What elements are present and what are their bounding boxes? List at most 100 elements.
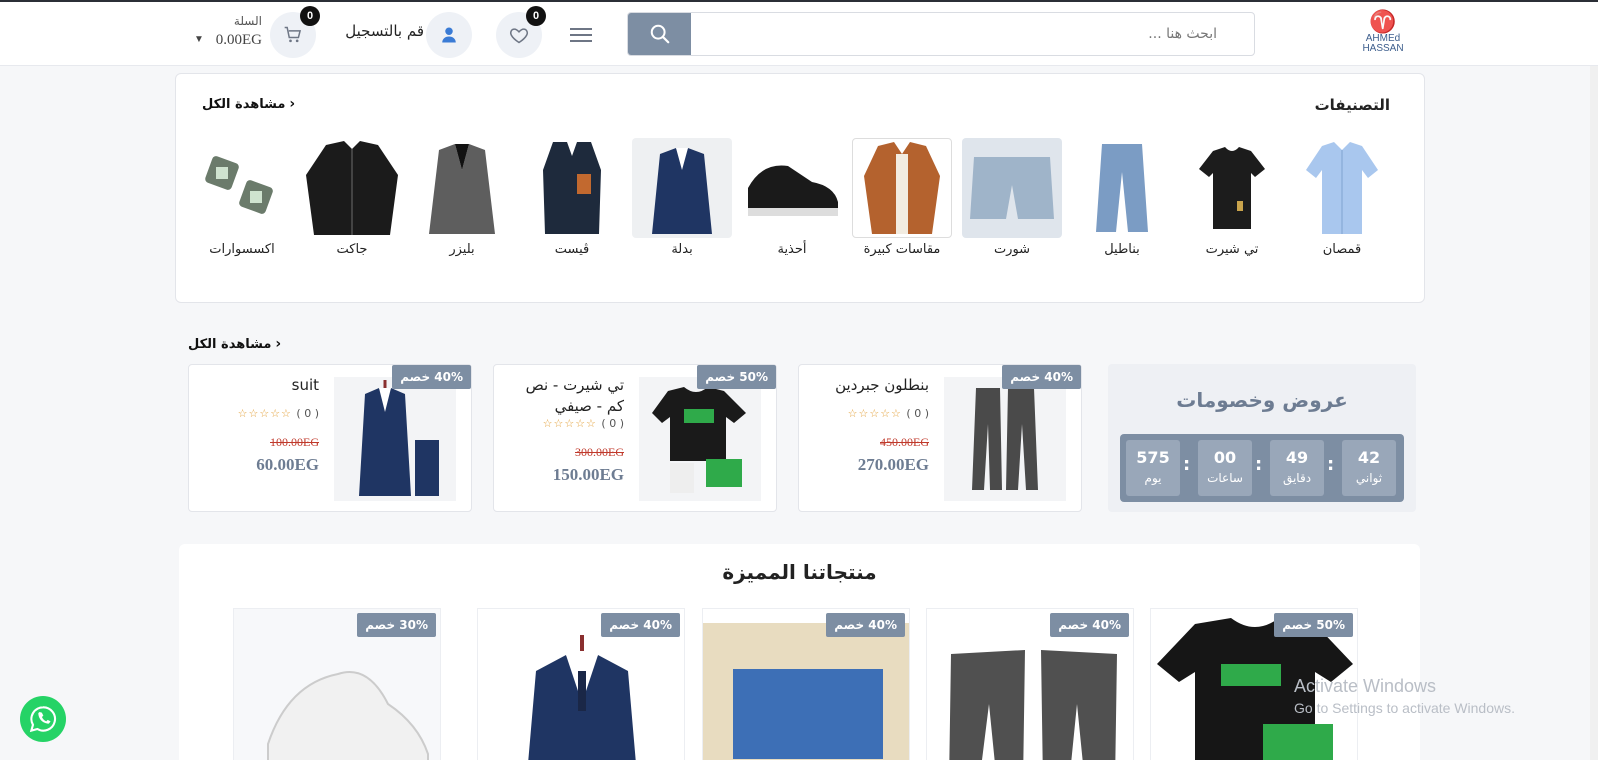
account-button[interactable] <box>426 12 472 58</box>
category-item-blazer[interactable]: بليزر <box>412 138 512 257</box>
cufflinks-icon <box>205 156 273 214</box>
discount-badge: 50% خصم <box>1274 613 1353 637</box>
countdown-hours: 00 ساعات <box>1198 440 1252 496</box>
categories-title: التصنيفات <box>1314 96 1390 114</box>
offers-see-all-link[interactable]: ‹ مشاهدة الكل <box>188 336 281 352</box>
logo-mark-icon: ♈ <box>1369 10 1397 35</box>
category-item-jacket[interactable]: جاكت <box>302 138 402 257</box>
discount-badge: 50% خصم <box>697 365 776 389</box>
category-label: اكسسوارات <box>209 242 275 257</box>
search-input[interactable] <box>691 13 1251 55</box>
star-icons: ☆☆☆☆☆ <box>847 407 902 420</box>
tshirt-icon <box>652 387 746 493</box>
category-item-tshirts[interactable]: تي شيرت <box>1182 138 1282 257</box>
category-label: بدلة <box>671 242 693 257</box>
new-price: 270.00EG <box>857 455 929 474</box>
menu-icon <box>570 28 592 30</box>
offers-see-all-label: مشاهدة الكل <box>188 336 272 352</box>
rating-count: ( 0 ) <box>906 407 929 420</box>
rating-count: ( 0 ) <box>601 417 624 430</box>
wishlist-count-badge: 0 <box>526 6 546 26</box>
rating-stars: ☆☆☆☆☆ ( 0 ) <box>819 407 929 420</box>
categories-see-all-label: مشاهدة الكل <box>202 96 286 112</box>
product-card[interactable]: 30% خصم <box>233 608 441 760</box>
jacket-icon <box>306 141 398 235</box>
cart-total-value: 0.00EG <box>215 32 262 48</box>
categories-see-all-link[interactable]: ‹ مشاهدة الكل <box>202 96 295 112</box>
countdown-unit: ساعات <box>1207 471 1243 485</box>
offers-title: عروض وخصومات <box>1176 388 1348 412</box>
categories-section: التصنيفات ‹ مشاهدة الكل قمصان تي شيرت بن… <box>175 73 1425 303</box>
pants-icon <box>972 388 1038 490</box>
logo-text-2: HASSAN <box>1362 43 1404 54</box>
product-card[interactable]: 40% خصم <box>702 608 910 760</box>
countdown-separator: : <box>1255 454 1263 475</box>
discount-badge: 40% خصم <box>826 613 905 637</box>
cart-total[interactable]: 0.00EG ▼ <box>190 32 262 49</box>
countdown-value: 00 <box>1213 448 1237 467</box>
countdown-value: 575 <box>1136 448 1170 467</box>
category-item-shoes[interactable]: أحذية <box>742 138 842 257</box>
rating-stars: ☆☆☆☆☆ ( 0 ) <box>209 407 319 420</box>
discount-badge: 40% خصم <box>1002 365 1081 389</box>
product-card[interactable]: 40% خصم <box>477 608 685 760</box>
vest-icon <box>543 142 601 234</box>
pants-icon <box>1096 144 1148 232</box>
star-icons: ☆☆☆☆☆ <box>237 407 292 420</box>
chevron-left-icon: ‹ <box>289 96 296 112</box>
deal-card[interactable]: 40% خصم بنطلون جبردين ☆☆☆☆☆ ( 0 ) 450.00… <box>798 364 1082 512</box>
deal-card[interactable]: 40% خصم suit ☆☆☆☆☆ ( 0 ) 100.00EG 60.00E… <box>188 364 472 512</box>
heart-icon <box>509 28 529 44</box>
discount-badge: 40% خصم <box>392 365 471 389</box>
category-label: أحذية <box>777 242 807 257</box>
whatsapp-icon <box>29 706 57 733</box>
category-label: مقاسات كبيرة <box>863 242 941 257</box>
old-price: 300.00EG <box>575 445 624 459</box>
category-item-vest[interactable]: ڤيست <box>522 138 622 257</box>
star-icons: ☆☆☆☆☆ <box>542 417 597 430</box>
category-item-big-sizes[interactable]: مقاسات كبيرة <box>852 138 952 257</box>
cart-count-badge: 0 <box>300 6 320 26</box>
shoe-icon <box>748 165 838 216</box>
category-item-shirts[interactable]: قمصان <box>1292 138 1392 257</box>
offers-countdown-panel: عروض وخصومات 42 ثواني : 49 دقايق : 00 سا… <box>1108 364 1416 512</box>
new-price: 60.00EG <box>256 455 319 474</box>
deal-name: تي شيرت - نص كم - صيفي <box>525 376 624 415</box>
countdown-timer: 42 ثواني : 49 دقايق : 00 ساعات : 575 يوم <box>1120 434 1404 502</box>
featured-title: منتجاتنا المميزة <box>722 560 877 584</box>
countdown-seconds: 42 ثواني <box>1342 440 1396 496</box>
countdown-unit: يوم <box>1144 471 1162 485</box>
product-card[interactable]: 40% خصم <box>926 608 1134 760</box>
discount-badge: 40% خصم <box>601 613 680 637</box>
category-item-pants[interactable]: بناطيل <box>1072 138 1172 257</box>
category-item-suit[interactable]: بدلة <box>632 138 732 257</box>
category-item-accessories[interactable]: اكسسوارات <box>192 138 292 257</box>
caret-down-icon: ▼ <box>194 34 204 45</box>
countdown-separator: : <box>1183 454 1191 475</box>
category-label: ڤيست <box>554 242 590 257</box>
cart-icon <box>284 26 302 43</box>
discount-badge: 30% خصم <box>357 613 436 637</box>
countdown-minutes: 49 دقايق <box>1270 440 1324 496</box>
whatsapp-button[interactable] <box>20 696 66 742</box>
category-label: بليزر <box>449 242 475 257</box>
countdown-days: 575 يوم <box>1126 440 1180 496</box>
site-logo[interactable]: ♈ AHMEd HASSAN <box>1356 12 1410 58</box>
site-header: ♈ AHMEd HASSAN 0 قم بالتسجيل 0 السلة 0.0… <box>0 2 1598 66</box>
countdown-unit: ثواني <box>1355 471 1383 485</box>
menu-button[interactable] <box>566 24 596 48</box>
category-label: تي شيرت <box>1205 242 1259 257</box>
rating-count: ( 0 ) <box>296 407 319 420</box>
search-bar <box>627 12 1255 56</box>
category-label: شورت <box>993 242 1031 257</box>
countdown-separator: : <box>1327 454 1335 475</box>
page-scrollbar[interactable] <box>1590 66 1598 760</box>
deal-card[interactable]: 50% خصم تي شيرت - نص كم - صيفي ☆☆☆☆☆ ( 0… <box>493 364 777 512</box>
suit-icon <box>359 380 439 496</box>
os-activation-watermark-text: Go to Settings to activate Windows. <box>1294 700 1515 716</box>
os-activation-watermark-title: Activate Windows <box>1294 676 1437 696</box>
search-button[interactable] <box>628 13 691 55</box>
old-price: 450.00EG <box>880 435 929 449</box>
category-item-shorts[interactable]: شورت <box>962 138 1062 257</box>
login-link[interactable]: قم بالتسجيل <box>324 22 424 40</box>
